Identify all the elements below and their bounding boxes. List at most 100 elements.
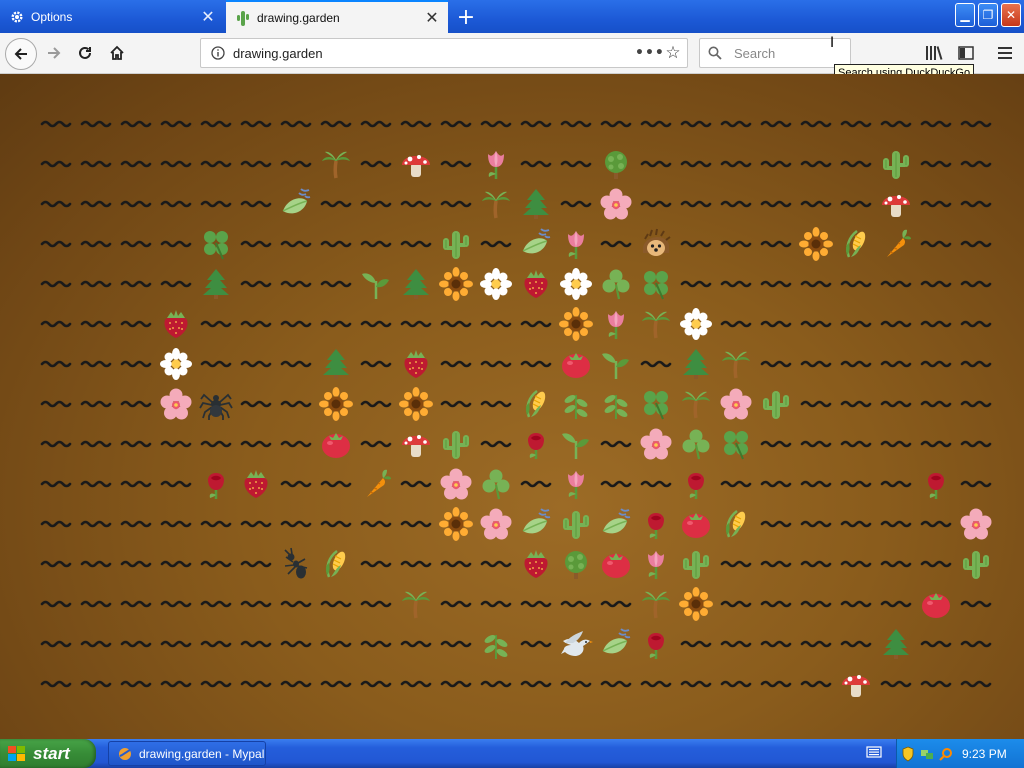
corn-icon[interactable] xyxy=(516,384,556,424)
soil-wave-icon[interactable] xyxy=(756,464,796,504)
soil-wave-icon[interactable] xyxy=(676,224,716,264)
soil-wave-icon[interactable] xyxy=(796,584,836,624)
strawberry-icon[interactable] xyxy=(396,344,436,384)
bush-icon[interactable] xyxy=(596,144,636,184)
herb-icon[interactable] xyxy=(556,384,596,424)
soil-wave-icon[interactable] xyxy=(756,584,796,624)
soil-wave-icon[interactable] xyxy=(556,584,596,624)
shamrock-icon[interactable] xyxy=(676,424,716,464)
mushroom-icon[interactable] xyxy=(836,664,876,704)
soil-wave-icon[interactable] xyxy=(716,624,756,664)
start-button[interactable]: start xyxy=(0,739,96,768)
soil-wave-icon[interactable] xyxy=(356,424,396,464)
rose-icon[interactable] xyxy=(196,464,236,504)
soil-wave-icon[interactable] xyxy=(876,264,916,304)
strawberry-icon[interactable] xyxy=(516,264,556,304)
palm-icon[interactable] xyxy=(676,384,716,424)
soil-wave-icon[interactable] xyxy=(316,264,356,304)
soil-wave-icon[interactable] xyxy=(796,664,836,704)
soil-wave-icon[interactable] xyxy=(36,264,76,304)
soil-wave-icon[interactable] xyxy=(596,104,636,144)
soil-wave-icon[interactable] xyxy=(356,184,396,224)
tulip-icon[interactable] xyxy=(596,304,636,344)
cactus-icon[interactable] xyxy=(956,544,996,584)
hamburger-menu-icon[interactable] xyxy=(993,41,1017,65)
soil-wave-icon[interactable] xyxy=(116,424,156,464)
soil-wave-icon[interactable] xyxy=(676,624,716,664)
soil-wave-icon[interactable] xyxy=(956,344,996,384)
soil-wave-icon[interactable] xyxy=(116,104,156,144)
soil-wave-icon[interactable] xyxy=(76,424,116,464)
pine-icon[interactable] xyxy=(516,184,556,224)
soil-wave-icon[interactable] xyxy=(836,104,876,144)
soil-wave-icon[interactable] xyxy=(356,504,396,544)
soil-wave-icon[interactable] xyxy=(876,544,916,584)
soil-wave-icon[interactable] xyxy=(796,344,836,384)
blossom-icon[interactable] xyxy=(716,384,756,424)
soil-wave-icon[interactable] xyxy=(596,584,636,624)
soil-wave-icon[interactable] xyxy=(796,504,836,544)
soil-wave-icon[interactable] xyxy=(36,464,76,504)
blossom-icon[interactable] xyxy=(436,464,476,504)
rose-icon[interactable] xyxy=(636,504,676,544)
soil-wave-icon[interactable] xyxy=(356,664,396,704)
soil-wave-icon[interactable] xyxy=(956,664,996,704)
soil-wave-icon[interactable] xyxy=(356,384,396,424)
soil-wave-icon[interactable] xyxy=(36,664,76,704)
carrot-icon[interactable] xyxy=(356,464,396,504)
palm-icon[interactable] xyxy=(476,184,516,224)
soil-wave-icon[interactable] xyxy=(236,224,276,264)
soil-wave-icon[interactable] xyxy=(876,464,916,504)
strawberry-icon[interactable] xyxy=(236,464,276,504)
soil-wave-icon[interactable] xyxy=(316,584,356,624)
soil-wave-icon[interactable] xyxy=(716,584,756,624)
soil-wave-icon[interactable] xyxy=(756,224,796,264)
soil-wave-icon[interactable] xyxy=(956,224,996,264)
blossom-icon[interactable] xyxy=(156,384,196,424)
mushroom-icon[interactable] xyxy=(396,144,436,184)
rose-icon[interactable] xyxy=(676,464,716,504)
soil-wave-icon[interactable] xyxy=(116,464,156,504)
soil-wave-icon[interactable] xyxy=(876,664,916,704)
soil-wave-icon[interactable] xyxy=(636,464,676,504)
soil-wave-icon[interactable] xyxy=(916,144,956,184)
strawberry-icon[interactable] xyxy=(156,304,196,344)
soil-wave-icon[interactable] xyxy=(676,264,716,304)
soil-wave-icon[interactable] xyxy=(556,184,596,224)
soil-wave-icon[interactable] xyxy=(276,144,316,184)
tulip-icon[interactable] xyxy=(636,544,676,584)
soil-wave-icon[interactable] xyxy=(316,104,356,144)
soil-wave-icon[interactable] xyxy=(516,584,556,624)
soil-wave-icon[interactable] xyxy=(716,224,756,264)
soil-wave-icon[interactable] xyxy=(676,144,716,184)
soil-wave-icon[interactable] xyxy=(836,544,876,584)
soil-wave-icon[interactable] xyxy=(36,544,76,584)
soil-wave-icon[interactable] xyxy=(756,424,796,464)
cactus-icon[interactable] xyxy=(436,424,476,464)
soil-wave-icon[interactable] xyxy=(196,304,236,344)
soil-wave-icon[interactable] xyxy=(876,424,916,464)
soil-wave-icon[interactable] xyxy=(156,424,196,464)
soil-wave-icon[interactable] xyxy=(116,664,156,704)
soil-wave-icon[interactable] xyxy=(756,144,796,184)
soil-wave-icon[interactable] xyxy=(396,104,436,144)
soil-wave-icon[interactable] xyxy=(76,584,116,624)
soil-wave-icon[interactable] xyxy=(116,584,156,624)
soil-wave-icon[interactable] xyxy=(756,504,796,544)
pine-icon[interactable] xyxy=(876,624,916,664)
mushroom-icon[interactable] xyxy=(876,184,916,224)
soil-wave-icon[interactable] xyxy=(316,624,356,664)
soil-wave-icon[interactable] xyxy=(76,144,116,184)
close-tab-icon[interactable]: ✕ xyxy=(196,5,220,29)
clover-icon[interactable] xyxy=(716,424,756,464)
security-shield-icon[interactable] xyxy=(900,746,916,762)
soil-wave-icon[interactable] xyxy=(476,544,516,584)
soil-wave-icon[interactable] xyxy=(396,664,436,704)
tomato-icon[interactable] xyxy=(316,424,356,464)
soil-wave-icon[interactable] xyxy=(116,344,156,384)
soil-wave-icon[interactable] xyxy=(756,304,796,344)
soil-wave-icon[interactable] xyxy=(156,184,196,224)
soil-wave-icon[interactable] xyxy=(356,144,396,184)
soil-wave-icon[interactable] xyxy=(796,264,836,304)
soil-wave-icon[interactable] xyxy=(116,184,156,224)
